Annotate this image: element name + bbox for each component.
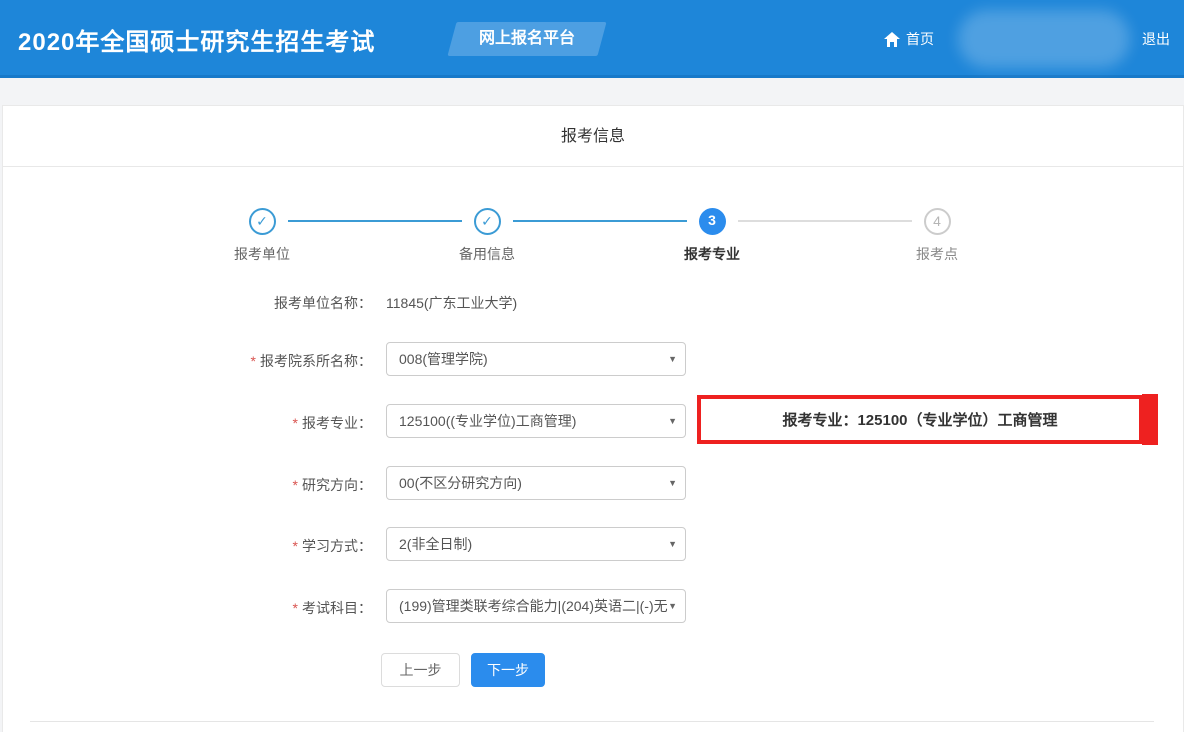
required-asterisk: * xyxy=(293,538,298,554)
platform-badge-label: 网上报名平台 xyxy=(452,22,602,56)
study-mode-label: *学习方式： xyxy=(0,536,372,556)
step-label: 报考专业 xyxy=(632,244,792,264)
logout-link[interactable]: 退出 xyxy=(1142,29,1170,49)
step-baokao-zhuanye: 3 报考专业 xyxy=(632,208,792,264)
bottom-divider xyxy=(30,721,1154,722)
chevron-down-icon: ▼ xyxy=(668,405,677,437)
step-baokao-danwei: ✓ 报考单位 xyxy=(182,208,342,264)
exam-subjects-select-value: (199)管理类联考综合能力|(204)英语二|(-)无 xyxy=(399,598,668,614)
major-highlight-annotation: 报考专业：125100（专业学位）工商管理 xyxy=(697,395,1143,444)
page-title: 报考信息 xyxy=(3,106,1183,167)
step-beiyong-xinxi: ✓ 备用信息 xyxy=(407,208,567,264)
check-circle-icon: ✓ xyxy=(249,208,276,235)
major-label: *报考专业： xyxy=(0,413,372,433)
home-link[interactable]: 首页 xyxy=(884,29,934,49)
step-number-circle: 4 xyxy=(924,208,951,235)
check-circle-icon: ✓ xyxy=(474,208,501,235)
exam-subjects-select[interactable]: (199)管理类联考综合能力|(204)英语二|(-)无 ▼ xyxy=(386,589,686,623)
major-select[interactable]: 125100((专业学位)工商管理) ▼ xyxy=(386,404,686,438)
study-mode-select[interactable]: 2(非全日制) ▼ xyxy=(386,527,686,561)
step-label: 报考单位 xyxy=(182,244,342,264)
header-nav: 首页 退出 xyxy=(884,0,1170,78)
major-select-value: 125100((专业学位)工商管理) xyxy=(399,413,576,429)
required-asterisk: * xyxy=(293,600,298,616)
next-step-button[interactable]: 下一步 xyxy=(471,653,545,687)
step-label: 备用信息 xyxy=(407,244,567,264)
site-title: 2020年全国硕士研究生招生考试 xyxy=(18,22,375,57)
required-asterisk: * xyxy=(293,415,298,431)
chevron-down-icon: ▼ xyxy=(668,590,677,622)
exam-subjects-label: *考试科目： xyxy=(0,598,372,618)
step-number-circle: 3 xyxy=(699,208,726,235)
user-info-redacted xyxy=(958,10,1130,68)
department-label: *报考院系所名称： xyxy=(0,351,372,371)
study-mode-select-value: 2(非全日制) xyxy=(399,536,472,552)
department-select-value: 008(管理学院) xyxy=(399,351,488,367)
required-asterisk: * xyxy=(293,477,298,493)
home-link-label: 首页 xyxy=(906,29,934,49)
department-select[interactable]: 008(管理学院) ▼ xyxy=(386,342,686,376)
app-window: 2020年全国硕士研究生招生考试 网上报名平台 首页 退出 报考信息 ✓ 报考单… xyxy=(0,0,1184,732)
platform-badge: 网上报名平台 xyxy=(447,22,606,56)
step-label: 报考点 xyxy=(857,244,1017,264)
step-baokao-dian: 4 报考点 xyxy=(857,208,1017,264)
top-header: 2020年全国硕士研究生招生考试 网上报名平台 首页 退出 xyxy=(0,0,1184,78)
chevron-down-icon: ▼ xyxy=(668,467,677,499)
chevron-down-icon: ▼ xyxy=(668,528,677,560)
home-icon xyxy=(884,32,900,47)
prev-step-button[interactable]: 上一步 xyxy=(381,653,460,687)
unit-name-value: 11845(广东工业大学) xyxy=(386,293,517,313)
major-highlight-text: 报考专业：125100（专业学位）工商管理 xyxy=(782,409,1057,430)
research-direction-select[interactable]: 00(不区分研究方向) ▼ xyxy=(386,466,686,500)
research-direction-label: *研究方向： xyxy=(0,475,372,495)
research-direction-select-value: 00(不区分研究方向) xyxy=(399,475,522,491)
unit-name-label: 报考单位名称： xyxy=(0,293,372,313)
required-asterisk: * xyxy=(251,353,256,369)
chevron-down-icon: ▼ xyxy=(668,343,677,375)
major-highlight-bar xyxy=(1142,394,1158,445)
